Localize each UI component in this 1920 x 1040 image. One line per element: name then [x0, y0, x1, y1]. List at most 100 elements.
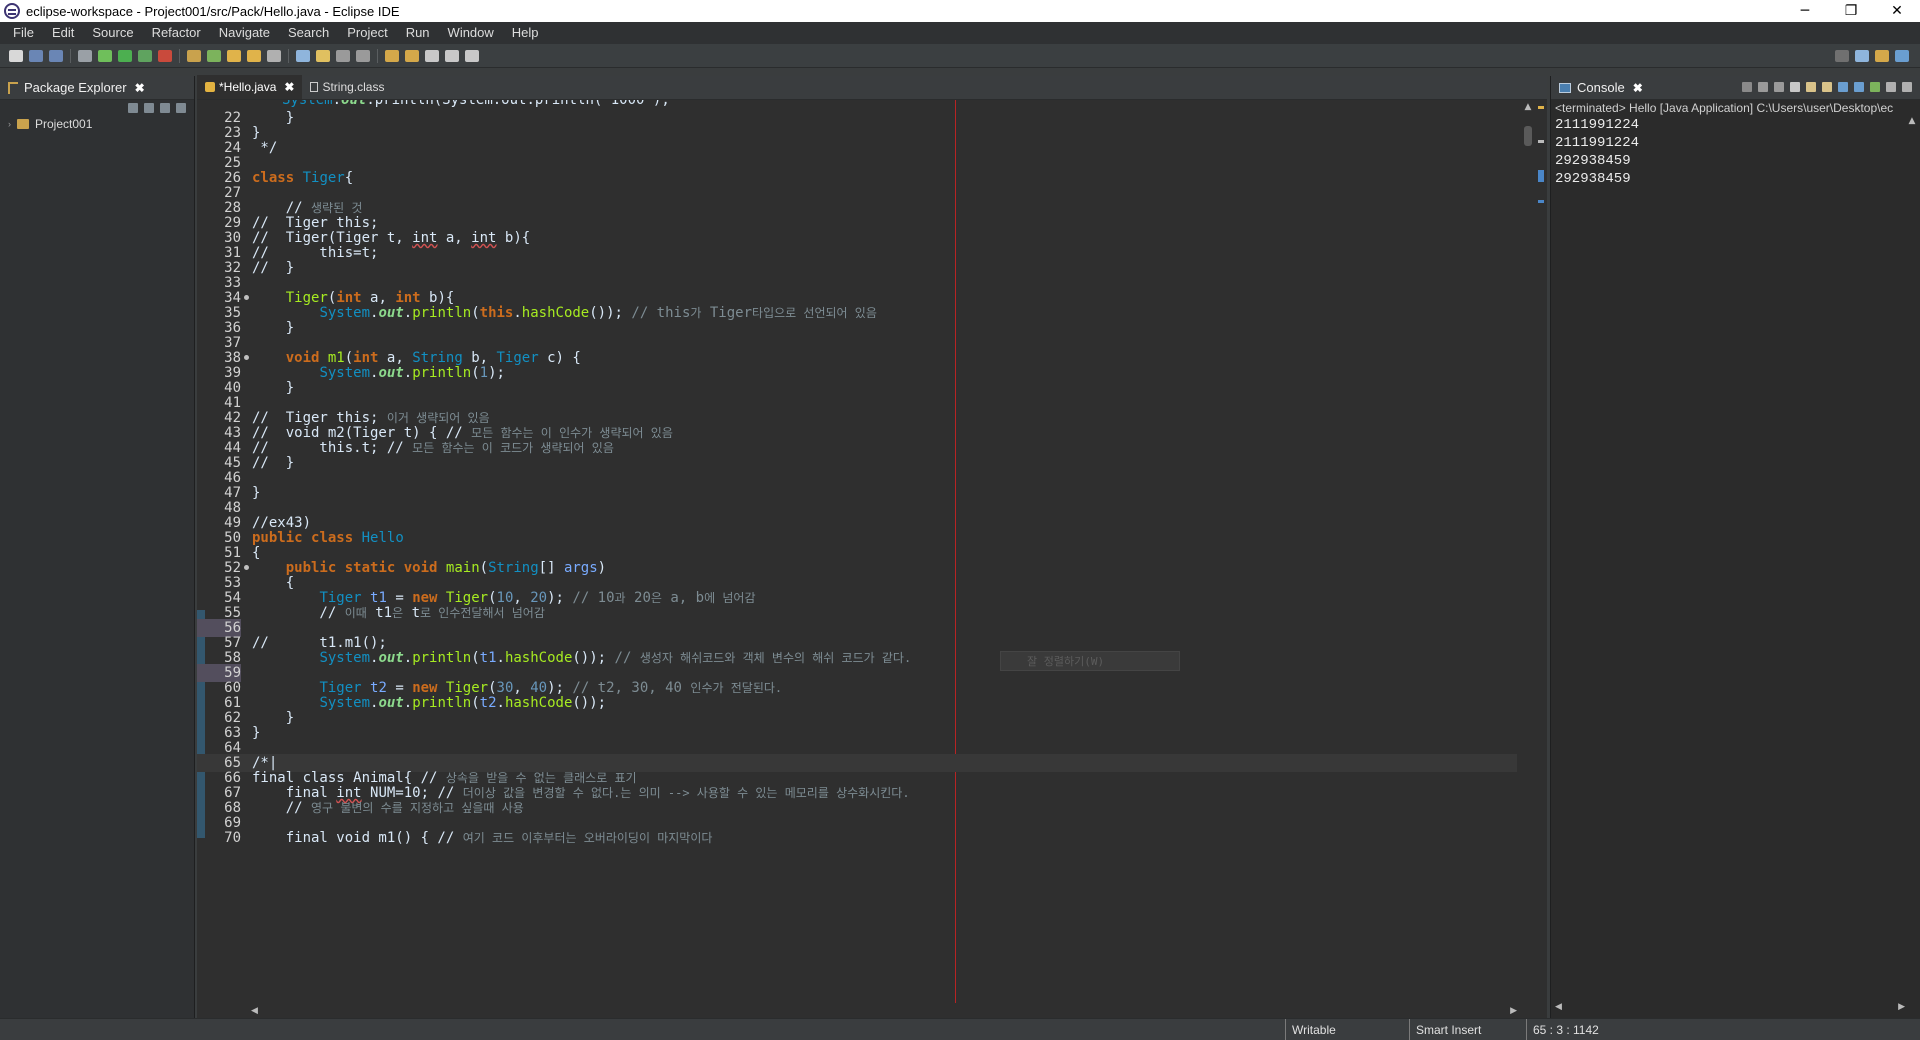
- block-select-icon[interactable]: [336, 49, 350, 62]
- menu-search[interactable]: Search: [279, 22, 338, 44]
- debug-icon[interactable]: [98, 49, 112, 62]
- chevron-left-icon[interactable]: ◀: [251, 1006, 258, 1016]
- menu-edit[interactable]: Edit: [43, 22, 83, 44]
- chevron-up-icon[interactable]: ▲: [1906, 116, 1918, 126]
- toggle-mark-icon[interactable]: [296, 49, 310, 62]
- menu-window[interactable]: Window: [439, 22, 503, 44]
- close-icon[interactable]: ✖: [135, 81, 145, 95]
- code-line-21: System.out.println(System.out.println("1…: [282, 100, 670, 108]
- maximize-button[interactable]: ❐: [1828, 0, 1874, 22]
- new-class-icon[interactable]: [227, 49, 241, 62]
- terminate-icon[interactable]: [1742, 82, 1752, 92]
- editor-horizontal-scrollbar[interactable]: ◀ ▶: [247, 1004, 1521, 1018]
- save-all-icon[interactable]: [49, 49, 63, 62]
- menu-refactor[interactable]: Refactor: [143, 22, 210, 44]
- back-icon[interactable]: [425, 49, 439, 62]
- next-annotation-icon[interactable]: [385, 49, 399, 62]
- insert-mode-status[interactable]: Smart Insert: [1409, 1019, 1481, 1040]
- chevron-right-icon[interactable]: ▶: [1898, 1002, 1905, 1016]
- whitespace-icon[interactable]: [356, 49, 370, 62]
- build-icon[interactable]: [78, 49, 92, 62]
- forward-icon[interactable]: [445, 49, 459, 62]
- remove-all-icon[interactable]: [1774, 82, 1784, 92]
- overview-ruler[interactable]: [1536, 100, 1546, 1005]
- menu-navigate[interactable]: Navigate: [210, 22, 279, 44]
- coverage-icon[interactable]: [138, 49, 152, 62]
- menu-project[interactable]: Project: [338, 22, 396, 44]
- previous-annotation-icon[interactable]: [405, 49, 419, 62]
- editor-vertical-scrollbar[interactable]: ▲: [1521, 100, 1535, 1005]
- open-perspective-icon[interactable]: [1855, 50, 1869, 62]
- tree-item-project[interactable]: › Project001: [0, 116, 194, 132]
- scroll-thumb[interactable]: [1524, 126, 1532, 146]
- new-package-icon[interactable]: [207, 49, 221, 62]
- chevron-left-icon[interactable]: ◀: [1555, 1002, 1562, 1016]
- overview-marker[interactable]: [1538, 140, 1544, 143]
- display-selected-icon[interactable]: [1854, 82, 1864, 92]
- close-icon[interactable]: ✖: [284, 80, 294, 94]
- package-explorer-label: Package Explorer: [24, 80, 127, 95]
- link-with-editor-icon[interactable]: [144, 103, 154, 113]
- tab-hello-java[interactable]: *Hello.java ✖: [197, 75, 303, 99]
- window-title: eclipse-workspace - Project001/src/Pack/…: [26, 3, 400, 19]
- fold-icon[interactable]: [244, 295, 249, 300]
- open-console-icon[interactable]: [1870, 82, 1880, 92]
- clear-console-icon[interactable]: [1790, 82, 1800, 92]
- run-icon[interactable]: [118, 49, 132, 62]
- console-label: Console: [1577, 80, 1625, 95]
- tab-string-class[interactable]: String.class: [302, 75, 392, 99]
- java-perspective-icon[interactable]: [1875, 50, 1889, 62]
- new-java-project-icon[interactable]: [187, 49, 201, 62]
- console-vertical-scrollbar[interactable]: ▲: [1906, 116, 1918, 1001]
- overview-marker[interactable]: [1538, 106, 1544, 109]
- menu-file[interactable]: File: [4, 22, 43, 44]
- minimize-button[interactable]: ─: [1782, 0, 1828, 22]
- tab-label: *Hello.java: [219, 80, 277, 94]
- package-explorer-tab[interactable]: Package Explorer ✖: [0, 76, 194, 100]
- fold-icon[interactable]: [244, 565, 249, 570]
- search-icon[interactable]: [1835, 50, 1849, 62]
- tab-label: String.class: [322, 80, 385, 94]
- package-explorer-icon: [8, 81, 18, 94]
- java-project-icon: [17, 119, 29, 129]
- pin-console-icon[interactable]: [1838, 82, 1848, 92]
- close-icon[interactable]: ✖: [1633, 81, 1643, 95]
- search-toolbar-icon[interactable]: [267, 49, 281, 62]
- external-tools-icon[interactable]: [158, 49, 172, 62]
- fold-icon[interactable]: [244, 355, 249, 360]
- collapse-all-icon[interactable]: [128, 103, 138, 113]
- terminated-label: <terminated> Hello [Java Application] C:…: [1555, 101, 1894, 115]
- focus-icon[interactable]: [160, 103, 170, 113]
- menu-run[interactable]: Run: [397, 22, 439, 44]
- menu-bar: File Edit Source Refactor Navigate Searc…: [0, 22, 1920, 44]
- minimize-view-icon[interactable]: [1886, 82, 1896, 92]
- word-wrap-icon[interactable]: [1822, 82, 1832, 92]
- console-panel: Console ✖ <terminated> Hello [Java Appli…: [1550, 76, 1920, 1018]
- new-icon[interactable]: [9, 49, 23, 62]
- chevron-right-icon[interactable]: ▶: [1510, 1006, 1517, 1016]
- pen-icon[interactable]: [316, 49, 330, 62]
- overview-marker[interactable]: [1538, 170, 1544, 182]
- chevron-right-icon[interactable]: ›: [8, 119, 11, 129]
- scroll-lock-icon[interactable]: [1806, 82, 1816, 92]
- overview-marker[interactable]: [1538, 200, 1544, 203]
- console-output-line: 292938459: [1555, 153, 1631, 169]
- maximize-view-icon[interactable]: [1902, 82, 1912, 92]
- remove-launch-icon[interactable]: [1758, 82, 1768, 92]
- main-toolbar: [0, 44, 1920, 68]
- close-window-button[interactable]: ✕: [1874, 0, 1920, 22]
- menu-help[interactable]: Help: [503, 22, 548, 44]
- save-icon[interactable]: [29, 49, 43, 62]
- debug-perspective-icon[interactable]: [1895, 50, 1909, 62]
- pin-editor-icon[interactable]: [465, 49, 479, 62]
- editor-tabs: *Hello.java ✖ String.class: [197, 75, 1547, 100]
- console-horizontal-scrollbar[interactable]: ◀ ▶: [1555, 1002, 1905, 1016]
- code-line-70: 70 final void m1() { // 여기 코드 이후부터는 오버라이…: [224, 830, 713, 846]
- chevron-up-icon[interactable]: ▲: [1521, 100, 1535, 114]
- view-menu-icon[interactable]: [176, 103, 186, 113]
- open-type-icon[interactable]: [247, 49, 261, 62]
- code-editor: *Hello.java ✖ String.class System.out.pr…: [197, 75, 1547, 1018]
- eclipse-logo-icon: [4, 3, 20, 19]
- code-area[interactable]: System.out.println(System.out.println("1…: [197, 100, 1517, 1003]
- menu-source[interactable]: Source: [83, 22, 142, 44]
